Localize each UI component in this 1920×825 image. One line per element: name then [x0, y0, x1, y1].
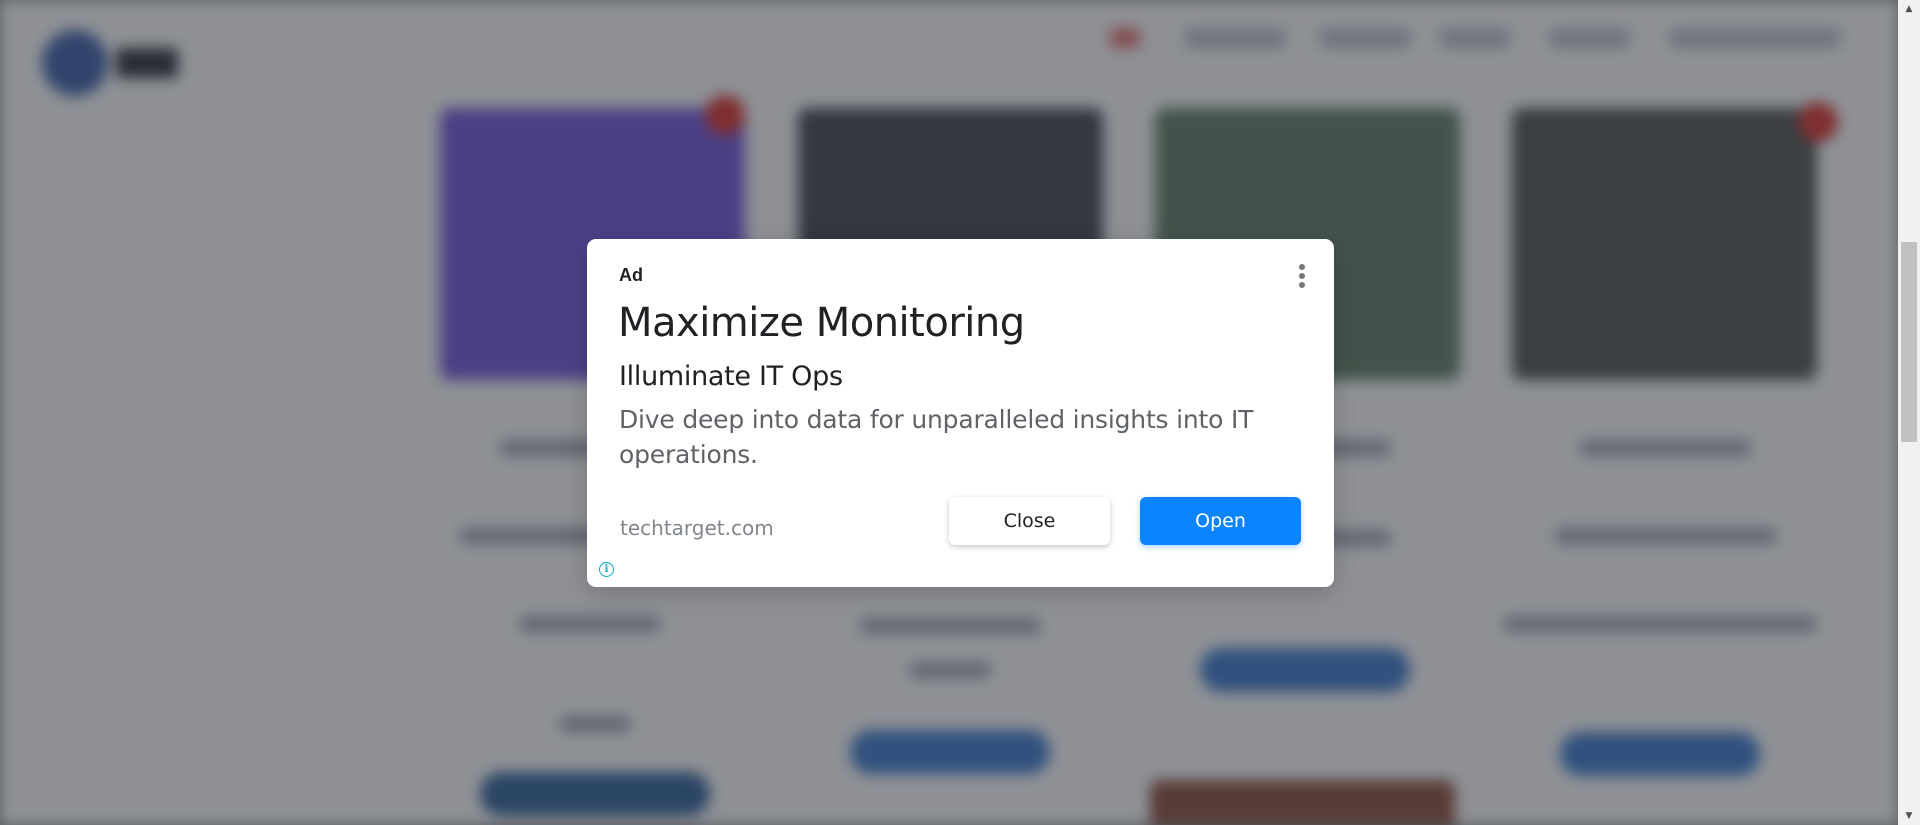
vertical-scrollbar[interactable]: ▲ ▼ [1898, 0, 1920, 825]
menu-dot [1299, 264, 1305, 270]
ad-description[interactable]: Dive deep into data for unparalleled ins… [619, 402, 1299, 472]
scrollbar-thumb[interactable] [1901, 242, 1917, 442]
ad-label: Ad [619, 265, 643, 285]
ad-headline[interactable]: Maximize Monitoring [618, 300, 1025, 346]
ad-subheadline[interactable]: Illuminate IT Ops [619, 361, 843, 392]
scroll-down-arrow-icon[interactable]: ▼ [1898, 807, 1920, 825]
close-button[interactable]: Close [949, 497, 1110, 545]
scroll-up-arrow-icon[interactable]: ▲ [1898, 0, 1920, 18]
open-button[interactable]: Open [1140, 497, 1301, 545]
ad-display-url[interactable]: techtarget.com [620, 516, 774, 540]
menu-dot [1299, 273, 1305, 279]
more-vert-icon[interactable] [1294, 261, 1310, 291]
info-icon[interactable]: i [599, 562, 614, 577]
ad-dialog: Ad Maximize Monitoring Illuminate IT Ops… [587, 239, 1334, 587]
menu-dot [1299, 282, 1305, 288]
